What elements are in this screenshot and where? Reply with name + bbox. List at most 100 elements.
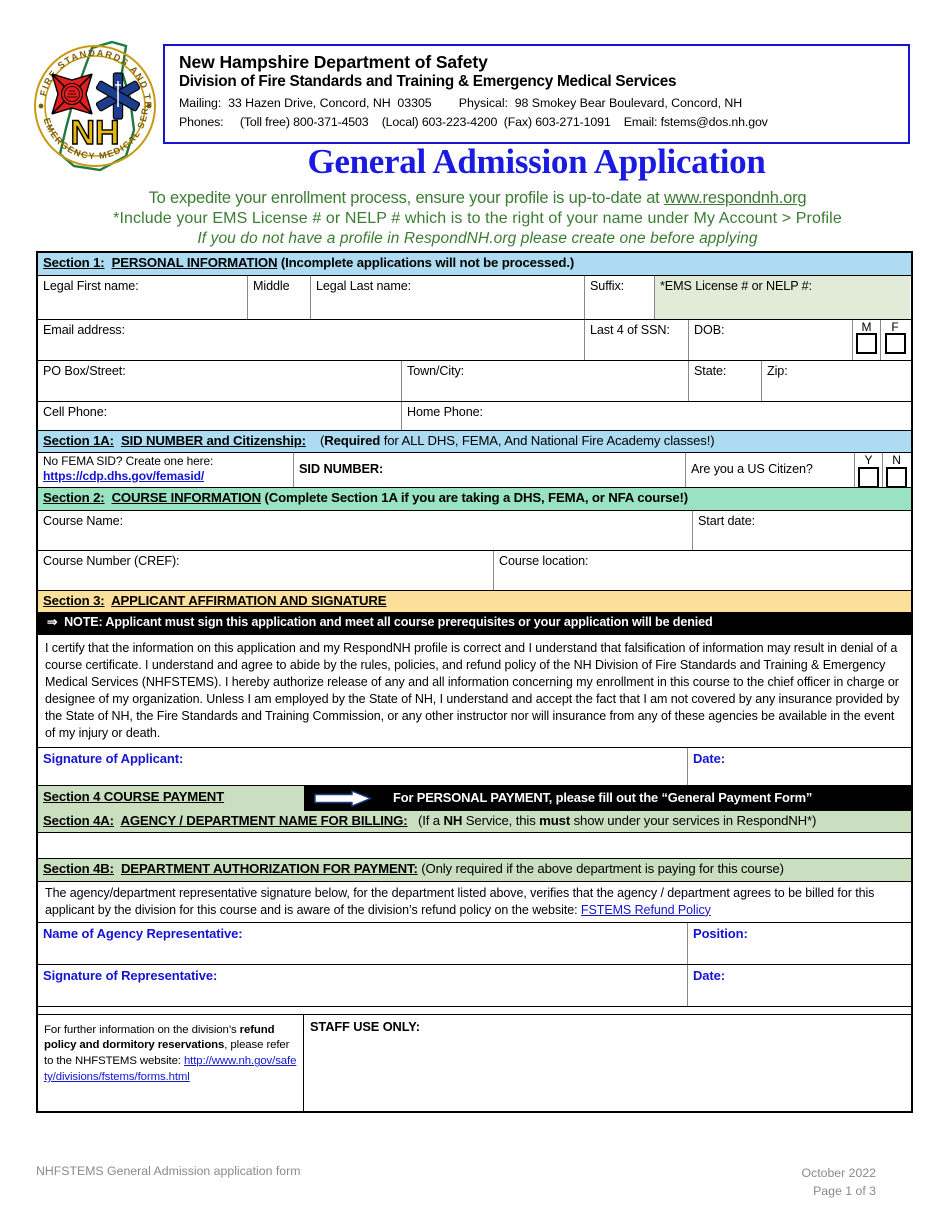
section-2-note: (Complete Section 1A if you are taking a…: [264, 490, 689, 505]
citizen-yes-cell[interactable]: Y: [855, 453, 883, 488]
agency-rep-row: Name of Agency Representative: Position:: [38, 922, 911, 965]
arrow-right-icon: ⇒: [47, 615, 58, 629]
rep-signature-row: Signature of Representative: Date:: [38, 964, 911, 1007]
course-name-row: Course Name: Start date:: [38, 510, 911, 551]
rep-date-field[interactable]: Date:: [688, 965, 909, 1006]
sid-row: No FEMA SID? Create one here: https://cd…: [38, 453, 911, 488]
section-1a-note-rest: for ALL DHS, FEMA, And National Fire Aca…: [380, 432, 715, 448]
course-location-label: Course location:: [499, 553, 589, 568]
section-4a-note-1: (If a: [418, 812, 444, 828]
section-1a-title: SID NUMBER and Citizenship:: [120, 432, 306, 448]
section-4a-note-must: must: [539, 812, 571, 828]
citizen-no-cell[interactable]: N: [883, 453, 910, 488]
refund-info-box: For further information on the division’…: [38, 1014, 304, 1111]
rep-date-label: Date:: [693, 967, 726, 983]
fema-sid-help: No FEMA SID? Create one here: https://cd…: [38, 453, 294, 487]
applicant-date-field[interactable]: Date:: [688, 748, 909, 785]
section-4a-note-2: Service, this: [462, 812, 540, 828]
citizen-no-checkbox[interactable]: [886, 466, 907, 488]
ems-license-field[interactable]: *EMS License # or NELP #:: [655, 275, 910, 319]
state-label: State:: [694, 363, 727, 378]
section-4b-header: Section 4B: DEPARTMENT AUTHORIZATION FOR…: [38, 859, 911, 882]
section-4-label-box: Section 4 COURSE PAYMENT: [38, 785, 304, 811]
fstems-refund-policy-link[interactable]: FSTEMS Refund Policy: [581, 903, 711, 917]
application-form: Section 1: PERSONAL INFORMATION (Incompl…: [36, 251, 913, 1113]
affirmation-paragraph: I certify that the information on this a…: [38, 635, 911, 748]
rep-signature-field[interactable]: Signature of Representative:: [38, 964, 688, 1006]
agency-address-box: New Hampshire Department of Safety Divis…: [163, 44, 910, 144]
page-title: General Admission Application: [307, 142, 766, 181]
course-name-field[interactable]: Course Name:: [38, 510, 693, 550]
phones-label: Phones:: [179, 115, 224, 130]
ssn-last4-label: Last 4 of SSN:: [590, 322, 670, 337]
mailing-address-line: Mailing: 33 Hazen Drive, Concord, NH 033…: [179, 94, 908, 113]
name-row: Legal First name: Middle Legal Last name…: [38, 275, 911, 320]
citizen-no-label: N: [892, 453, 901, 467]
suffix-field[interactable]: Suffix:: [585, 275, 655, 319]
last-name-label: Legal Last name:: [316, 278, 412, 293]
sid-number-field[interactable]: SID NUMBER:: [294, 453, 686, 487]
state-field[interactable]: State:: [689, 360, 762, 401]
staff-use-only-box[interactable]: STAFF USE ONLY:: [304, 1015, 909, 1111]
femasid-link[interactable]: https://cdp.dhs.gov/femasid/: [43, 469, 204, 483]
subtitle-line-2: *Include your EMS License # or NELP # wh…: [113, 209, 842, 227]
middle-name-field[interactable]: Middle: [248, 275, 311, 319]
course-number-row: Course Number (CREF): Course location:: [38, 550, 911, 591]
agency-rep-position-field[interactable]: Position:: [688, 923, 909, 964]
course-number-field[interactable]: Course Number (CREF):: [38, 550, 494, 590]
svg-text:NH: NH: [70, 114, 119, 152]
section-4a-header: Section 4A: AGENCY / DEPARTMENT NAME FOR…: [38, 810, 911, 834]
section-4b-title: DEPARTMENT AUTHORIZATION FOR PAYMENT:: [120, 861, 418, 877]
phones-line: Phones: (Toll free) 800-371-4503 (Local)…: [179, 113, 908, 132]
applicant-signature-field[interactable]: Signature of Applicant:: [38, 747, 688, 785]
email-address-field[interactable]: Email address:: [38, 319, 585, 360]
section-4a-note-3: show under your services in RespondNH*): [570, 812, 817, 828]
sex-female-checkbox[interactable]: [884, 333, 906, 355]
cell-phone-field[interactable]: Cell Phone:: [38, 401, 402, 430]
section-1a-header: Section 1A: SID NUMBER and Citizenship: …: [38, 430, 911, 453]
section-3-note-bar: ⇒ NOTE: Applicant must sign this applica…: [38, 613, 911, 635]
sex-male-checkbox[interactable]: [856, 333, 877, 355]
personal-payment-note: For PERSONAL PAYMENT, please fill out th…: [393, 789, 813, 805]
po-box-street-field[interactable]: PO Box/Street:: [38, 360, 402, 401]
po-box-street-label: PO Box/Street:: [43, 363, 126, 378]
citizen-yes-checkbox[interactable]: [858, 466, 879, 488]
dob-label: DOB:: [694, 322, 725, 337]
section-1a-label: Section 1A:: [43, 432, 114, 448]
footer-form-name: NHFSTEMS General Admission application f…: [36, 1164, 301, 1178]
sex-male-cell[interactable]: M: [853, 319, 881, 360]
agency-name-input[interactable]: [38, 833, 909, 858]
home-phone-label: Home Phone:: [407, 404, 483, 419]
document-header: FIRE STANDARDS AND TRAINING EMERGENCY ME…: [0, 0, 950, 247]
respondnh-link[interactable]: www.respondnh.org: [664, 189, 807, 207]
applicant-signature-row: Signature of Applicant: Date:: [38, 747, 911, 786]
town-city-field[interactable]: Town/City:: [402, 360, 689, 401]
footer-date: October 2022: [801, 1166, 876, 1180]
zip-field[interactable]: Zip:: [762, 361, 909, 401]
section-1-header: Section 1: PERSONAL INFORMATION (Incompl…: [38, 253, 911, 276]
dob-field[interactable]: DOB:: [689, 319, 853, 360]
agency-rep-name-field[interactable]: Name of Agency Representative:: [38, 922, 688, 964]
section-2-title: COURSE INFORMATION: [111, 490, 262, 505]
start-date-field[interactable]: Start date:: [693, 511, 909, 550]
section-3-header: Section 3: APPLICANT AFFIRMATION AND SIG…: [38, 590, 911, 613]
first-name-label: Legal First name:: [43, 278, 139, 293]
subtitle-block: To expedite your enrollment process, ens…: [40, 188, 915, 249]
last-name-field[interactable]: Legal Last name:: [311, 275, 585, 319]
organization-division: Division of Fire Standards and Training …: [179, 72, 677, 90]
citizen-yes-label: Y: [864, 453, 873, 467]
sex-female-cell[interactable]: F: [881, 320, 909, 360]
section-1-label: Section 1:: [43, 255, 105, 270]
subtitle-1-text: To expedite your enrollment process, ens…: [148, 189, 664, 207]
course-location-field[interactable]: Course location:: [494, 551, 909, 590]
subtitle-line-3: If you do not have a profile in RespondN…: [197, 230, 758, 248]
first-name-field[interactable]: Legal First name:: [38, 275, 248, 319]
right-arrow-icon: [314, 789, 373, 807]
subtitle-line-1: To expedite your enrollment process, ens…: [40, 188, 915, 209]
section-4a-title: AGENCY / DEPARTMENT NAME FOR BILLING:: [120, 812, 408, 828]
rep-signature-label: Signature of Representative:: [43, 967, 218, 983]
home-phone-field[interactable]: Home Phone:: [402, 402, 909, 430]
section-2-label: Section 2:: [43, 490, 105, 505]
applicant-signature-label: Signature of Applicant:: [43, 750, 184, 766]
ssn-last4-field[interactable]: Last 4 of SSN:: [585, 319, 689, 360]
